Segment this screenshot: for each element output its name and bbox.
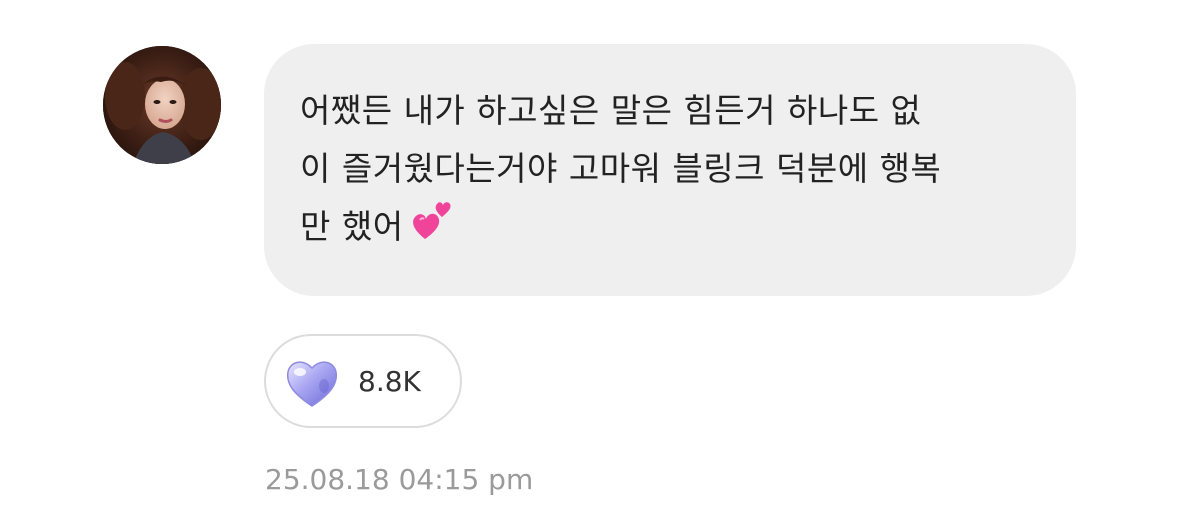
- reaction-pill[interactable]: 8.8K: [264, 334, 462, 428]
- avatar-photo: [103, 46, 221, 164]
- message-bubble[interactable]: 어쨌든 내가 하고싶은 말은 힘든거 하나도 없 이 즐거웠다는거야 고마워 블…: [264, 44, 1076, 296]
- message-line-1: 어쨌든 내가 하고싶은 말은 힘든거 하나도 없: [300, 91, 922, 130]
- message-line-3: 만 했어: [300, 198, 1046, 259]
- reaction-count: 8.8K: [358, 365, 421, 398]
- message-line-2: 이 즐거웠다는거야 고마워 블링크 덕분에 행복: [300, 149, 942, 188]
- message-timestamp: 25.08.18 04:15 pm: [265, 463, 534, 496]
- message-line-3-text: 만 했어: [300, 207, 404, 246]
- sender-avatar[interactable]: [103, 46, 221, 164]
- two-hearts-emoji: [412, 199, 452, 259]
- glass-heart-icon: [284, 356, 340, 412]
